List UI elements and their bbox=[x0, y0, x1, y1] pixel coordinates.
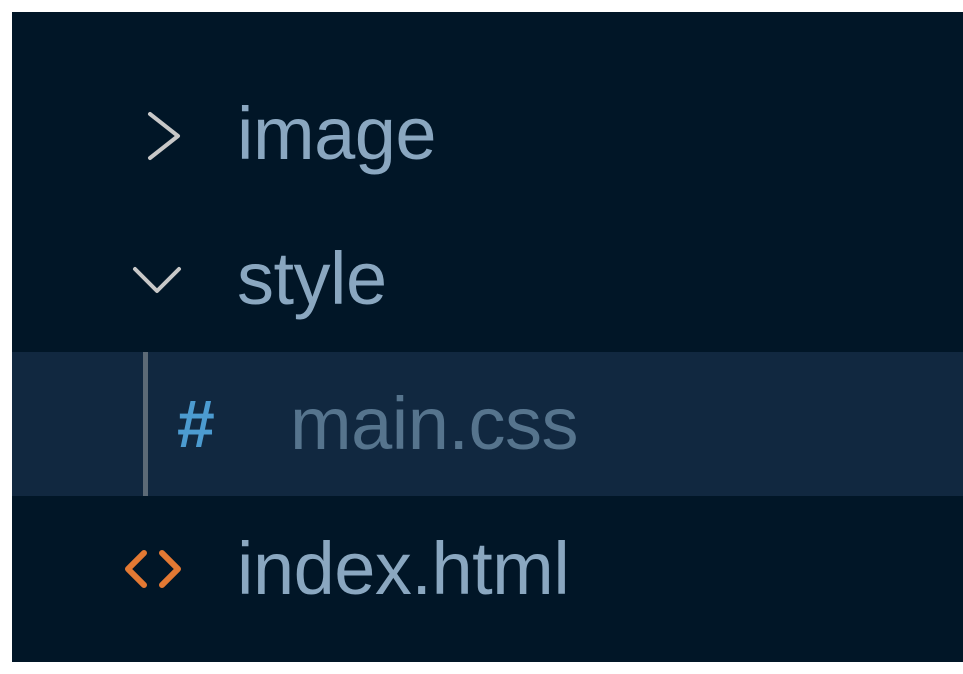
file-label: index.html bbox=[237, 527, 570, 610]
folder-label: style bbox=[237, 237, 387, 320]
html-brackets-icon bbox=[120, 497, 190, 641]
file-row-main-css[interactable]: # main.css bbox=[12, 352, 963, 496]
folder-row-image[interactable]: image bbox=[12, 62, 963, 206]
file-row-index-html[interactable]: index.html bbox=[12, 497, 963, 641]
chevron-down-icon[interactable] bbox=[127, 207, 187, 351]
chevron-right-icon[interactable] bbox=[140, 62, 200, 206]
folder-label: image bbox=[237, 92, 437, 175]
indent-guide bbox=[143, 352, 148, 496]
css-hash-icon: # bbox=[176, 386, 214, 462]
file-label: main.css bbox=[290, 382, 578, 465]
folder-row-style[interactable]: style bbox=[12, 207, 963, 351]
file-explorer-panel: image style # main.css index.html bbox=[12, 12, 963, 662]
